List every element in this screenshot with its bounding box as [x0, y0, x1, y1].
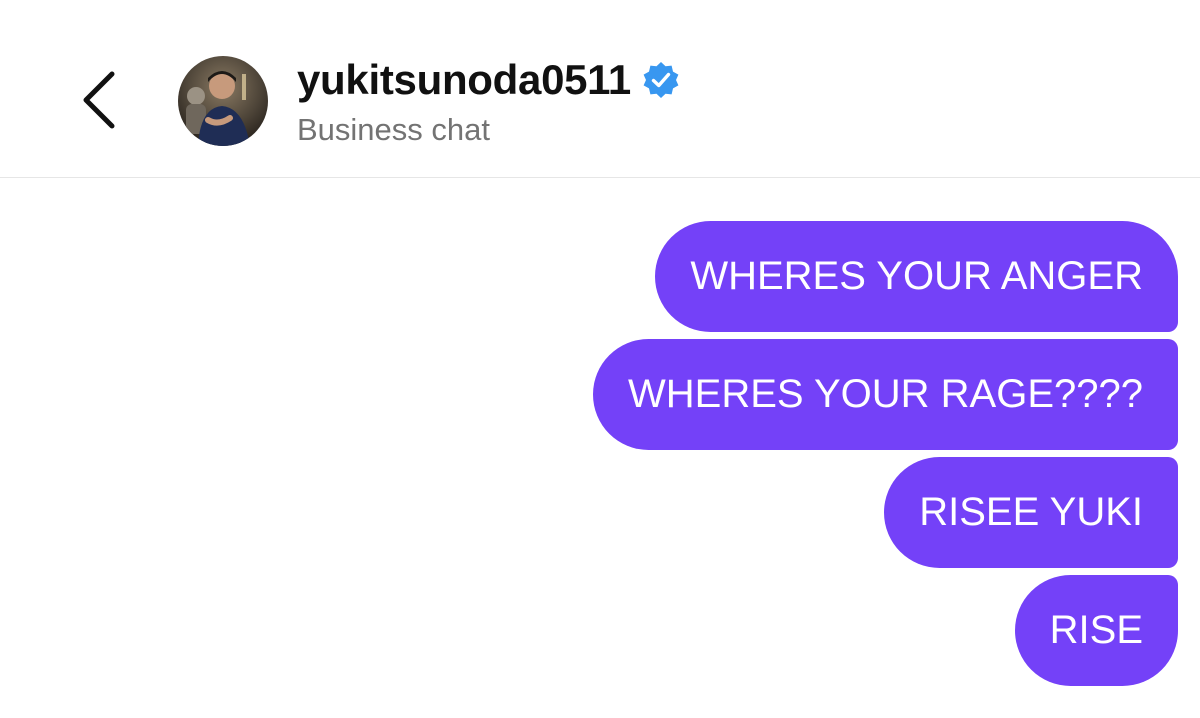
avatar[interactable]: [178, 56, 268, 146]
username: yukitsunoda0511: [297, 56, 631, 103]
verified-badge-icon: [643, 62, 679, 98]
message-bubble[interactable]: WHERES YOUR ANGER: [655, 221, 1178, 332]
message-bubble[interactable]: RISE: [1014, 575, 1178, 686]
message-bubble[interactable]: RISEE YUKI: [884, 457, 1178, 568]
chevron-left-icon: [83, 71, 115, 129]
username-row[interactable]: yukitsunoda0511: [297, 54, 681, 106]
message-thread: WHERES YOUR ANGER WHERES YOUR RAGE???? R…: [593, 221, 1178, 686]
chat-header: yukitsunoda0511 Business chat: [0, 0, 1200, 178]
back-button[interactable]: [70, 62, 130, 138]
chat-type-label: Business chat: [297, 112, 490, 147]
message-bubble[interactable]: WHERES YOUR RAGE????: [593, 339, 1178, 450]
